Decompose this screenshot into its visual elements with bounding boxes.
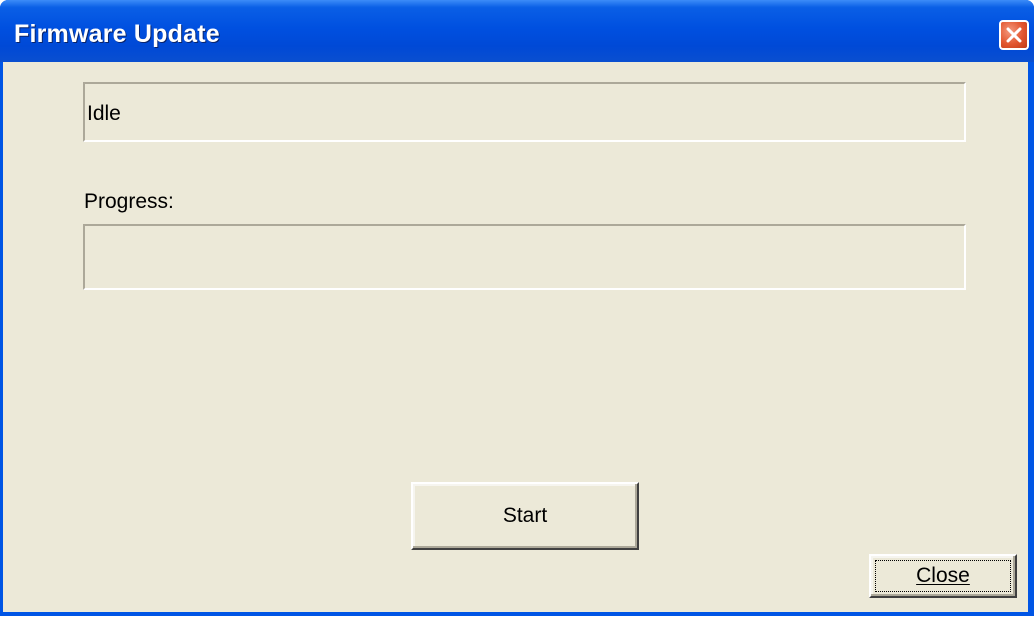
- firmware-update-window: Firmware Update Idle Progress: Start Clo…: [0, 0, 1034, 616]
- close-x-icon: [1006, 27, 1022, 43]
- window-title: Firmware Update: [14, 20, 220, 48]
- title-bar[interactable]: Firmware Update: [0, 0, 1034, 62]
- start-button[interactable]: Start: [411, 482, 639, 550]
- status-panel: Idle: [83, 82, 966, 142]
- status-text: Idle: [87, 102, 121, 125]
- close-button[interactable]: Close: [869, 554, 1017, 598]
- start-button-label: Start: [502, 504, 548, 527]
- window-close-button[interactable]: [999, 20, 1029, 50]
- progress-bar: [83, 224, 966, 290]
- progress-label: Progress:: [84, 190, 174, 213]
- close-button-label: Close: [916, 564, 970, 587]
- dialog-body: Idle Progress: Start Close: [3, 62, 1028, 612]
